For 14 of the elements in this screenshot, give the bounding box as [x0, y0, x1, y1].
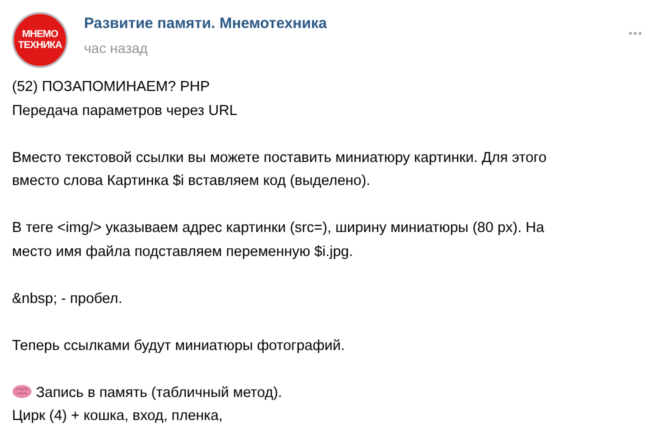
post-time: час назад — [84, 38, 149, 58]
text-line: &nbsp; - пробел. — [12, 290, 124, 308]
text-line: В теге <img/> указываем адрес картинки (src=), ширину миниатюры (80 px). На — [12, 219, 546, 238]
text-line: (52) ПОЗАПОМИНАЕМ? PHP — [12, 78, 211, 97]
text-line: Цирк (4) + кошка, вход, пленка, — [12, 407, 224, 425]
group-avatar: МНЕМО ТЕХНИКА — [12, 12, 68, 68]
author-name[interactable]: Развитие памяти. Мнемотехника — [84, 13, 612, 36]
text-line: Теперь ссылками будут миниатюры фотографий. — [12, 336, 346, 356]
text-line: Передача параметров через URL — [12, 102, 238, 120]
brain-icon — [12, 384, 32, 398]
text-line: вместо слова Картинка $i вставляем код (выделено). — [12, 172, 372, 191]
text-line: Запись в память (табличный метод). — [12, 382, 643, 405]
text-line: Вместо текстовой ссылки вы можете поставить миниатюру картинки. Для этого — [12, 148, 548, 168]
text-line: место имя файла подставляем переменную $i.jpg. — [12, 242, 354, 262]
